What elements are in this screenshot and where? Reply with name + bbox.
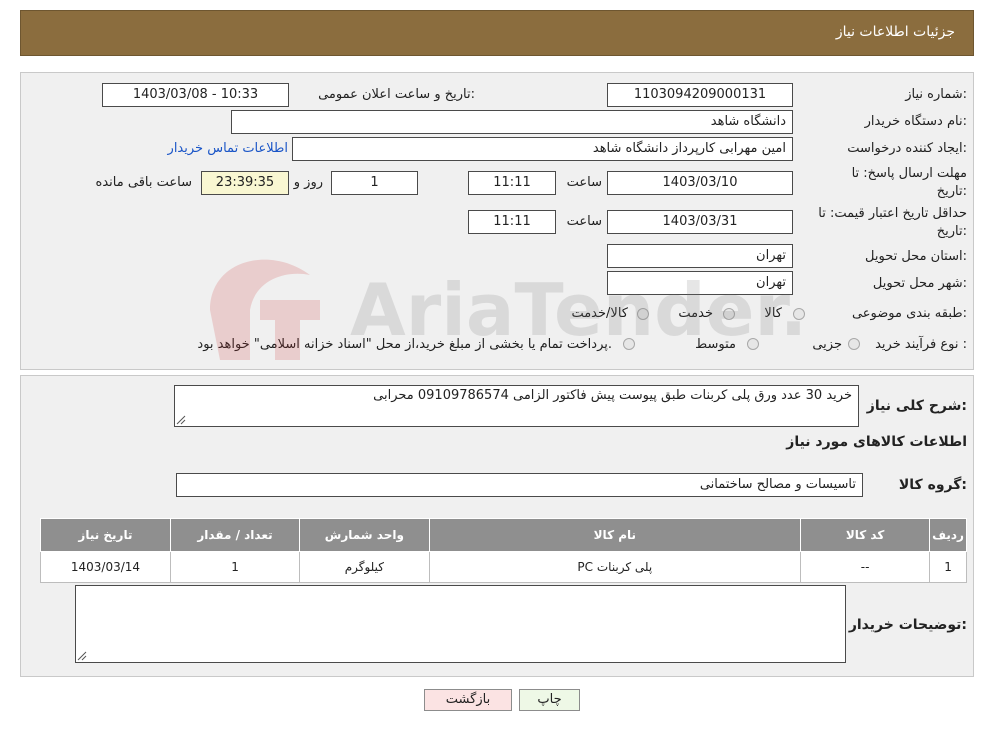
process-radio-treasury[interactable] bbox=[623, 338, 635, 350]
buyer-notes-textarea[interactable] bbox=[75, 585, 846, 663]
announce-label: تاریخ و ساعت اعلان عمومی: bbox=[318, 87, 475, 102]
reply-deadline-label-2: تاریخ: bbox=[936, 184, 967, 199]
category-radio-goods[interactable] bbox=[793, 308, 805, 320]
city-label: شهر محل تحویل: bbox=[872, 276, 967, 291]
category-option-goods: کالا bbox=[764, 306, 782, 321]
cell-unit: کیلوگرم bbox=[299, 551, 430, 583]
col-quantity: تعداد / مقدار bbox=[169, 518, 301, 552]
cell-quantity: 1 bbox=[169, 551, 301, 583]
goods-table: ردیف کد کالا نام کالا واحد شمارش تعداد /… bbox=[40, 518, 967, 583]
days-label: روز و bbox=[293, 175, 323, 190]
creator-field: امین مهرابی کارپرداز دانشگاه شاهد bbox=[292, 137, 793, 161]
price-time-label: ساعت bbox=[566, 214, 602, 229]
table-header-row: ردیف کد کالا نام کالا واحد شمارش تعداد /… bbox=[40, 518, 967, 552]
cell-need-date: 1403/03/14 bbox=[40, 551, 171, 583]
province-field: تهران bbox=[607, 244, 793, 268]
table-row: 1 -- پلی کربنات PC کیلوگرم 1 1403/03/14 bbox=[40, 551, 967, 583]
resize-handle-icon[interactable] bbox=[77, 651, 87, 661]
category-radio-service[interactable] bbox=[723, 308, 735, 320]
cell-goods-code: -- bbox=[800, 551, 931, 583]
process-radio-minor[interactable] bbox=[848, 338, 860, 350]
description-text: خرید 30 عدد ورق پلی کربنات طبق پیوست پیش… bbox=[373, 388, 852, 403]
need-number-label: شماره نیاز: bbox=[905, 87, 967, 102]
goods-group-label: گروه کالا: bbox=[898, 477, 967, 493]
resize-handle-icon[interactable] bbox=[176, 415, 186, 425]
cell-goods-name: پلی کربنات PC bbox=[428, 551, 802, 583]
col-goods-name: نام کالا bbox=[428, 518, 802, 552]
page-header: جزئیات اطلاعات نیاز bbox=[20, 10, 974, 56]
buyer-contact-link[interactable]: اطلاعات تماس خریدار bbox=[168, 141, 288, 156]
col-goods-code: کد کالا bbox=[800, 518, 931, 552]
process-label: نوع فرآیند خرید : bbox=[875, 337, 967, 352]
description-label: شرح کلی نیاز: bbox=[866, 398, 967, 414]
price-validity-label-2: تاریخ: bbox=[936, 224, 967, 239]
price-date-field: 1403/03/31 bbox=[607, 210, 793, 234]
process-note: پرداخت تمام یا بخشی از مبلغ خرید،از محل … bbox=[197, 337, 612, 352]
description-textarea[interactable]: خرید 30 عدد ورق پلی کربنات طبق پیوست پیش… bbox=[174, 385, 859, 427]
process-radio-medium[interactable] bbox=[747, 338, 759, 350]
reply-time-field: 11:11 bbox=[468, 171, 556, 195]
reply-time-label: ساعت bbox=[566, 175, 602, 190]
print-button[interactable]: چاپ bbox=[519, 689, 580, 711]
page-title: جزئیات اطلاعات نیاز bbox=[835, 24, 955, 40]
buyer-org-field: دانشگاه شاهد bbox=[231, 110, 793, 134]
price-time-field: 11:11 bbox=[468, 210, 556, 234]
city-field: تهران bbox=[607, 271, 793, 295]
reply-date-field: 1403/03/10 bbox=[607, 171, 793, 195]
cell-row-number: 1 bbox=[929, 551, 967, 583]
reply-deadline-label: مهلت ارسال پاسخ: تا bbox=[851, 166, 967, 181]
province-label: استان محل تحویل: bbox=[865, 249, 967, 264]
buyer-org-label: نام دستگاه خریدار: bbox=[864, 114, 967, 129]
category-label: طبقه بندی موضوعی: bbox=[851, 306, 967, 321]
announce-field: 1403/03/08 - 10:33 bbox=[102, 83, 289, 107]
category-option-service: خدمت bbox=[678, 306, 713, 321]
remaining-time-field: 23:39:35 bbox=[201, 171, 289, 195]
goods-info-title: اطلاعات کالاهای مورد نیاز bbox=[786, 434, 967, 450]
creator-label: ایجاد کننده درخواست: bbox=[847, 141, 967, 156]
col-unit: واحد شمارش bbox=[299, 518, 430, 552]
process-option-medium: متوسط bbox=[695, 337, 736, 352]
price-validity-label: حداقل تاریخ اعتبار قیمت: تا bbox=[818, 206, 967, 221]
buyer-notes-label: توضیحات خریدار: bbox=[848, 617, 967, 633]
category-option-goods-service: کالا/خدمت bbox=[571, 306, 628, 321]
goods-group-field: تاسیسات و مصالح ساختمانی bbox=[176, 473, 863, 497]
process-option-minor: جزیی bbox=[812, 337, 842, 352]
need-number-field: 1103094209000131 bbox=[607, 83, 793, 107]
remaining-label: ساعت باقی مانده bbox=[95, 175, 192, 190]
col-need-date: تاریخ نیاز bbox=[40, 518, 171, 552]
days-field: 1 bbox=[331, 171, 418, 195]
category-radio-goods-service[interactable] bbox=[637, 308, 649, 320]
back-button[interactable]: بازگشت bbox=[424, 689, 512, 711]
col-row-number: ردیف bbox=[929, 518, 967, 552]
